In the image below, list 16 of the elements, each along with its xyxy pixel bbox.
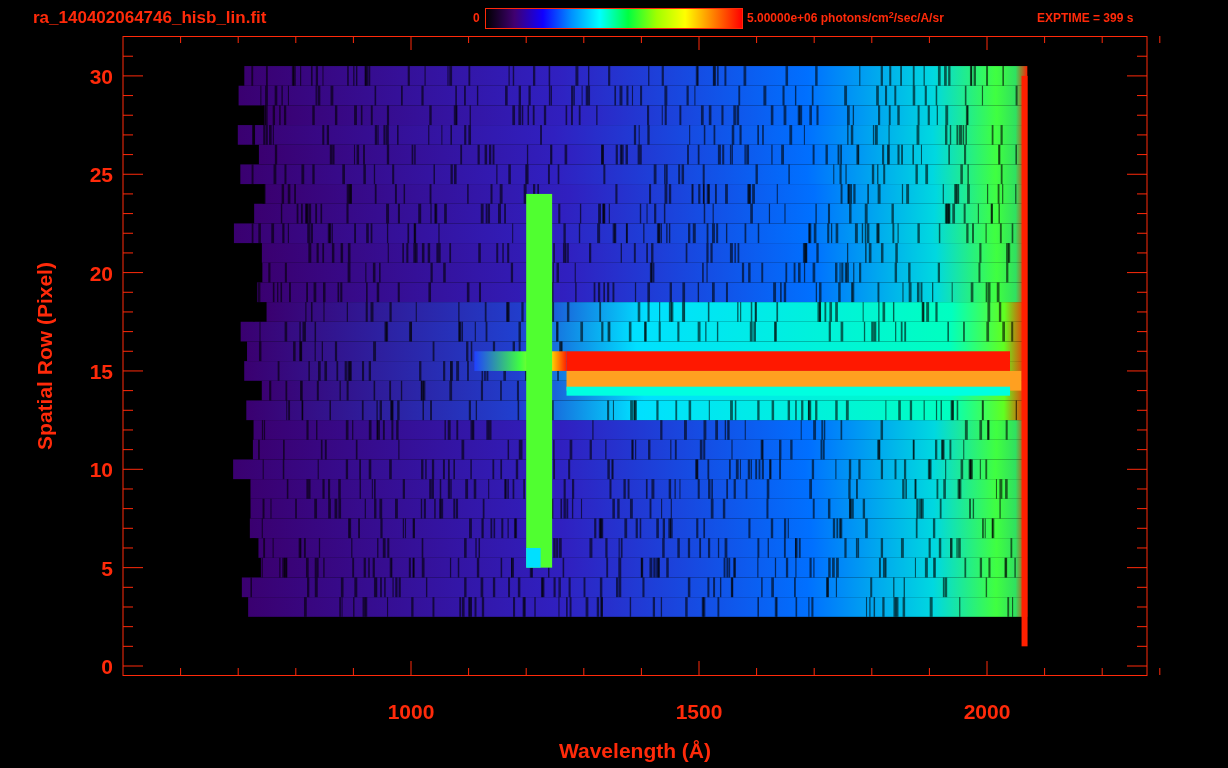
- y-axis-label: Spatial Row (Pixel): [33, 262, 56, 450]
- y-tick-label: 20: [89, 261, 113, 285]
- y-tick-label: 30: [89, 64, 113, 88]
- y-tick-label: 15: [89, 359, 113, 383]
- y-tick-label: 25: [89, 163, 113, 187]
- file-title: ra_140402064746_hisb_lin.fit: [33, 7, 268, 30]
- x-axis-label: Wavelength (Å): [558, 739, 712, 762]
- x-tick-label: 2000: [963, 700, 1011, 723]
- y-tick-label: 5: [101, 556, 113, 580]
- y-tick-label: 0: [101, 655, 113, 678]
- x-tick-label: 1500: [675, 700, 723, 723]
- x-tick-label: 1000: [387, 700, 435, 723]
- colorbar-min-label: 0: [473, 10, 481, 27]
- exposure-time: EXPTIME = 399 s: [1037, 10, 1134, 27]
- y-tick-label: 10: [89, 458, 113, 482]
- colorbar-max-label: 5.00000e+06 photons/cm$^{2}$/sec/A/sr: [747, 9, 945, 27]
